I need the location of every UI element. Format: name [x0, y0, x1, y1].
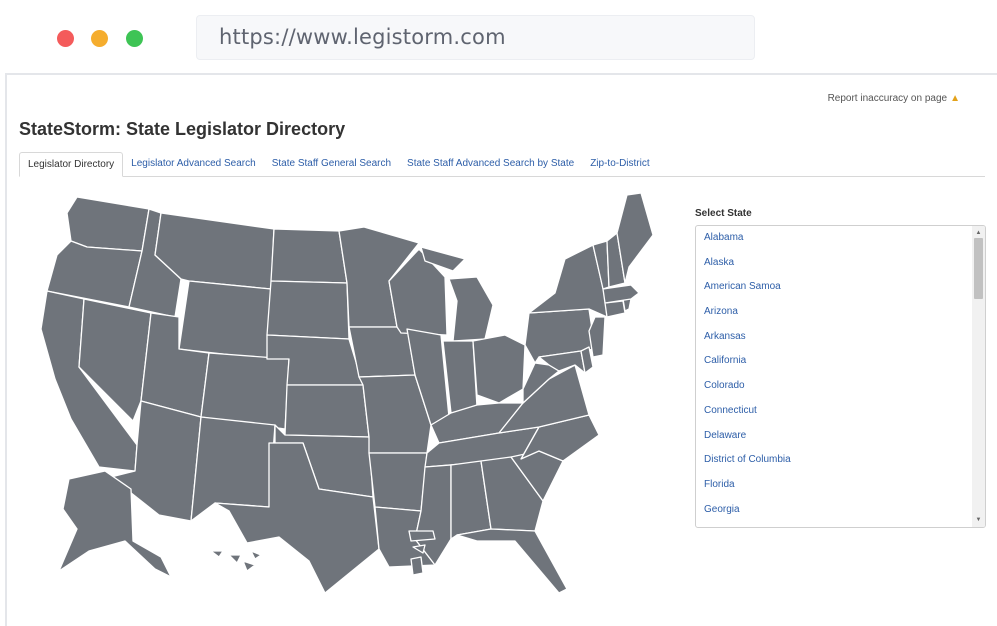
state-option[interactable]: Arizona — [696, 300, 985, 325]
state-option[interactable]: California — [696, 349, 985, 374]
map-state-wyoming[interactable] — [178, 280, 272, 360]
tab-state-staff-general-search[interactable]: State Staff General Search — [264, 152, 399, 177]
state-option[interactable]: District of Columbia — [696, 448, 985, 473]
map-state-colorado[interactable] — [200, 352, 290, 430]
us-state-map[interactable] — [29, 189, 661, 593]
state-option[interactable]: Georgia — [696, 498, 985, 523]
browser-chrome: https://www.legistorm.com — [0, 0, 997, 74]
address-bar[interactable]: https://www.legistorm.com — [196, 15, 755, 60]
window-maximize-button[interactable] — [126, 30, 143, 47]
window-minimize-button[interactable] — [91, 30, 108, 47]
state-option[interactable]: Arkansas — [696, 325, 985, 350]
tab-legislator-advanced-search[interactable]: Legislator Advanced Search — [123, 152, 264, 177]
state-option[interactable]: Delaware — [696, 424, 985, 449]
scroll-down-arrow-icon[interactable]: ▼ — [972, 515, 985, 525]
map-state-connecticut[interactable] — [604, 300, 626, 318]
select-state-label: Select State — [695, 208, 752, 219]
map-state-rhode-island[interactable] — [622, 298, 632, 312]
tab-legislator-directory[interactable]: Legislator Directory — [19, 152, 124, 177]
report-label: Report inaccuracy on page — [827, 93, 948, 104]
map-territory-virgin-islands[interactable] — [410, 556, 424, 576]
state-option[interactable]: Alaska — [696, 251, 985, 276]
listbox-scrollbar[interactable]: ▲ ▼ — [972, 226, 985, 527]
tab-zip-to-district[interactable]: Zip-to-District — [582, 152, 657, 177]
page-content: Report inaccuracy on page ▲ StateStorm: S… — [5, 73, 997, 626]
map-state-ohio[interactable] — [472, 334, 526, 404]
map-state-north-dakota[interactable] — [270, 228, 348, 284]
map-state-kansas[interactable] — [284, 384, 370, 438]
map-state-washington[interactable] — [66, 196, 150, 252]
state-option[interactable]: American Samoa — [696, 275, 985, 300]
map-state-arkansas[interactable] — [368, 452, 428, 512]
state-option[interactable]: Alabama — [696, 226, 985, 251]
map-state-maine[interactable] — [616, 192, 654, 284]
report-inaccuracy-link[interactable]: Report inaccuracy on page ▲ — [828, 93, 960, 104]
state-option[interactable]: Colorado — [696, 374, 985, 399]
tab-state-staff-advanced-search[interactable]: State Staff Advanced Search by State — [399, 152, 582, 177]
scroll-up-arrow-icon[interactable]: ▲ — [972, 228, 985, 238]
map-state-florida[interactable] — [456, 528, 568, 593]
map-state-iowa[interactable] — [348, 326, 416, 378]
state-option[interactable]: Florida — [696, 473, 985, 498]
map-state-south-dakota[interactable] — [266, 280, 350, 340]
scrollbar-thumb[interactable] — [974, 238, 983, 299]
state-listbox[interactable]: Alabama Alaska American Samoa Arizona Ar… — [695, 225, 986, 528]
state-option[interactable]: Connecticut — [696, 399, 985, 424]
page-title: StateStorm: State Legislator Directory — [19, 119, 346, 139]
tab-bar: Legislator Directory Legislator Advanced… — [19, 152, 985, 177]
warning-triangle-icon: ▲ — [950, 93, 960, 104]
window-close-button[interactable] — [57, 30, 74, 47]
map-state-hawaii[interactable] — [210, 550, 262, 572]
